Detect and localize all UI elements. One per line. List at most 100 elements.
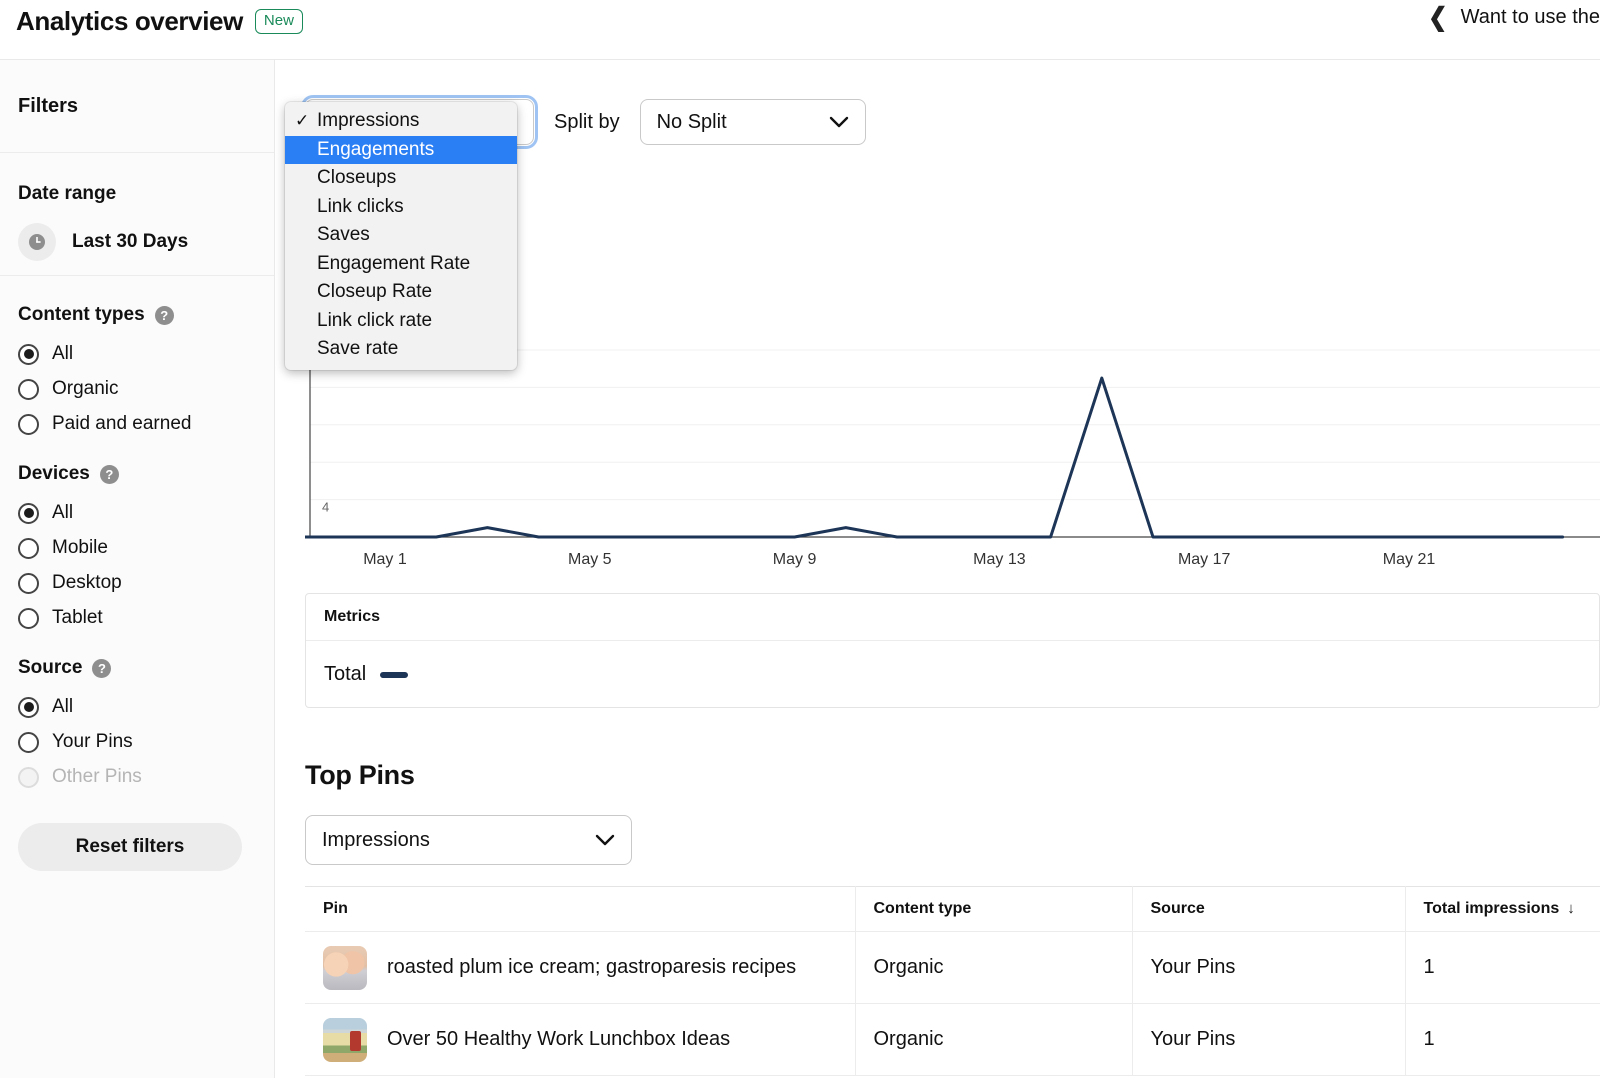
radio-content-type-organic[interactable]: Organic [18,378,256,400]
radio-label: All [52,343,74,364]
cell-total-impressions: 1 [1404,1003,1600,1076]
radio-button-icon[interactable] [18,343,39,365]
radio-button-icon[interactable] [18,413,39,435]
dropdown-item-link-clicks[interactable]: Link clicks [285,193,517,222]
reset-filters-button[interactable]: Reset filters [18,823,242,871]
metric-dropdown-menu[interactable]: ✓ Impressions Engagements Closeups Link … [285,102,517,370]
radio-button-icon[interactable] [18,378,39,400]
column-header-pin[interactable]: Pin [305,886,855,932]
radio-button-icon[interactable] [18,696,39,718]
page-header: Analytics overview New ❮ Want to use the [0,0,1600,60]
column-header-source[interactable]: Source [1131,886,1405,932]
source-heading: Source [18,657,83,678]
chevron-down-icon [811,111,849,134]
svg-text:May 5: May 5 [568,551,612,568]
metrics-legend-row: Total [306,641,1599,708]
main-content: Impressions Split by No Split ✓ Impressi… [275,60,1600,1078]
radio-device-all[interactable]: All [18,502,256,524]
svg-text:May 1: May 1 [363,551,407,568]
filters-label: Filters [18,94,79,117]
radio-source-all[interactable]: All [18,696,256,718]
dropdown-item-link-click-rate[interactable]: Link click rate [285,307,517,336]
pin-title: roasted plum ice cream; gastroparesis re… [387,956,797,978]
dropdown-item-saves[interactable]: Saves [285,221,517,250]
help-icon[interactable]: ? [154,305,174,325]
check-icon: ✓ [295,111,310,131]
dropdown-item-label: Save rate [317,338,399,360]
svg-text:May 9: May 9 [773,551,817,568]
devices-section: Devices ? All Mobile Desktop Tablet [0,435,274,629]
radio-label: Paid and earned [52,413,192,434]
radio-source-your-pins[interactable]: Your Pins [18,731,256,753]
split-by-label: Split by [554,110,620,133]
sort-descending-icon: ↓ [1567,900,1575,917]
radio-label: Tablet [52,607,103,628]
source-section: Source ? All Your Pins Other Pins [0,629,274,788]
cell-source: Your Pins [1131,1003,1405,1076]
dropdown-item-label: Saves [317,224,370,246]
dropdown-item-label: Closeup Rate [317,281,433,303]
radio-device-desktop[interactable]: Desktop [18,572,256,594]
dropdown-item-closeups[interactable]: Closeups [285,164,517,193]
header-right-group[interactable]: ❮ Want to use the [1427,2,1600,32]
radio-source-other-pins: Other Pins [18,766,256,788]
dropdown-item-closeup-rate[interactable]: Closeup Rate [285,278,517,307]
svg-text:May 17: May 17 [1178,551,1231,568]
devices-heading-row: Devices ? [18,463,256,485]
metrics-legend-panel: Metrics Total [305,593,1600,708]
cell-content-type: Organic [854,1003,1132,1076]
svg-text:May 13: May 13 [973,551,1026,568]
top-pins-title: Top Pins [305,760,415,790]
radio-button-icon[interactable] [18,502,39,524]
dropdown-item-label: Engagement Rate [317,252,471,274]
chevron-left-icon[interactable]: ❮ [1428,2,1448,32]
dropdown-item-label: Impressions [317,110,420,132]
column-header-content-type[interactable]: Content type [854,886,1132,932]
help-icon[interactable]: ? [99,464,119,484]
cell-pin[interactable]: Over 50 Healthy Work Lunchbox Ideas [305,1003,855,1076]
radio-button-icon[interactable] [18,572,39,594]
legend-line-swatch [380,671,409,678]
filters-sidebar: Filters Date range Last 30 Days Content … [0,60,275,1078]
column-header-total-impressions[interactable]: Total impressions ↓ [1404,886,1600,932]
table-header-row: Pin Content type Source Total impression… [305,886,1600,932]
date-range-value[interactable]: Last 30 Days [72,231,188,253]
radio-content-type-paid-and-earned[interactable]: Paid and earned [18,413,256,435]
radio-content-type-all[interactable]: All [18,343,256,365]
table-row[interactable]: roasted plum ice cream; gastroparesis re… [305,931,1600,1004]
date-range-heading: Date range [18,183,117,204]
metrics-legend-header: Metrics [306,594,1599,641]
radio-device-tablet[interactable]: Tablet [18,607,256,629]
radio-label: Your Pins [52,731,133,752]
radio-label: Desktop [52,572,122,593]
table-row[interactable]: Over 50 Healthy Work Lunchbox Ideas Orga… [305,1003,1600,1076]
split-by-select[interactable]: No Split [639,99,866,145]
radio-label: Organic [52,378,119,399]
radio-button-icon[interactable] [18,607,39,629]
cell-total-impressions: 1 [1404,931,1600,1004]
dropdown-item-engagement-rate[interactable]: Engagement Rate [285,250,517,279]
cell-pin[interactable]: roasted plum ice cream; gastroparesis re… [305,931,855,1004]
radio-button-icon[interactable] [18,537,39,559]
dropdown-item-impressions[interactable]: ✓ Impressions [285,107,517,136]
cell-content-type: Organic [854,931,1132,1004]
date-range-picker[interactable]: Last 30 Days [18,223,256,261]
content-types-heading-row: Content types ? [18,304,256,326]
dropdown-item-engagements[interactable]: Engagements [285,135,517,164]
dropdown-item-label: Link clicks [317,195,404,217]
content-types-heading: Content types [18,304,145,325]
pin-title: Over 50 Healthy Work Lunchbox Ideas [387,1028,731,1050]
dropdown-item-label: Closeups [317,167,397,189]
source-heading-row: Source ? [18,657,256,679]
header-right-text[interactable]: Want to use the [1461,2,1600,32]
cell-source: Your Pins [1131,931,1405,1004]
radio-button-icon[interactable] [18,731,39,753]
dropdown-item-save-rate[interactable]: Save rate [285,335,517,364]
pin-thumbnail-icon [323,945,367,990]
top-pins-metric-select[interactable]: Impressions [305,815,632,865]
split-by-value: No Split [656,110,727,133]
header-title-group: Analytics overview New [16,4,303,38]
help-icon[interactable]: ? [92,658,112,678]
radio-device-mobile[interactable]: Mobile [18,537,256,559]
metrics-legend-series-name: Total [324,663,367,685]
